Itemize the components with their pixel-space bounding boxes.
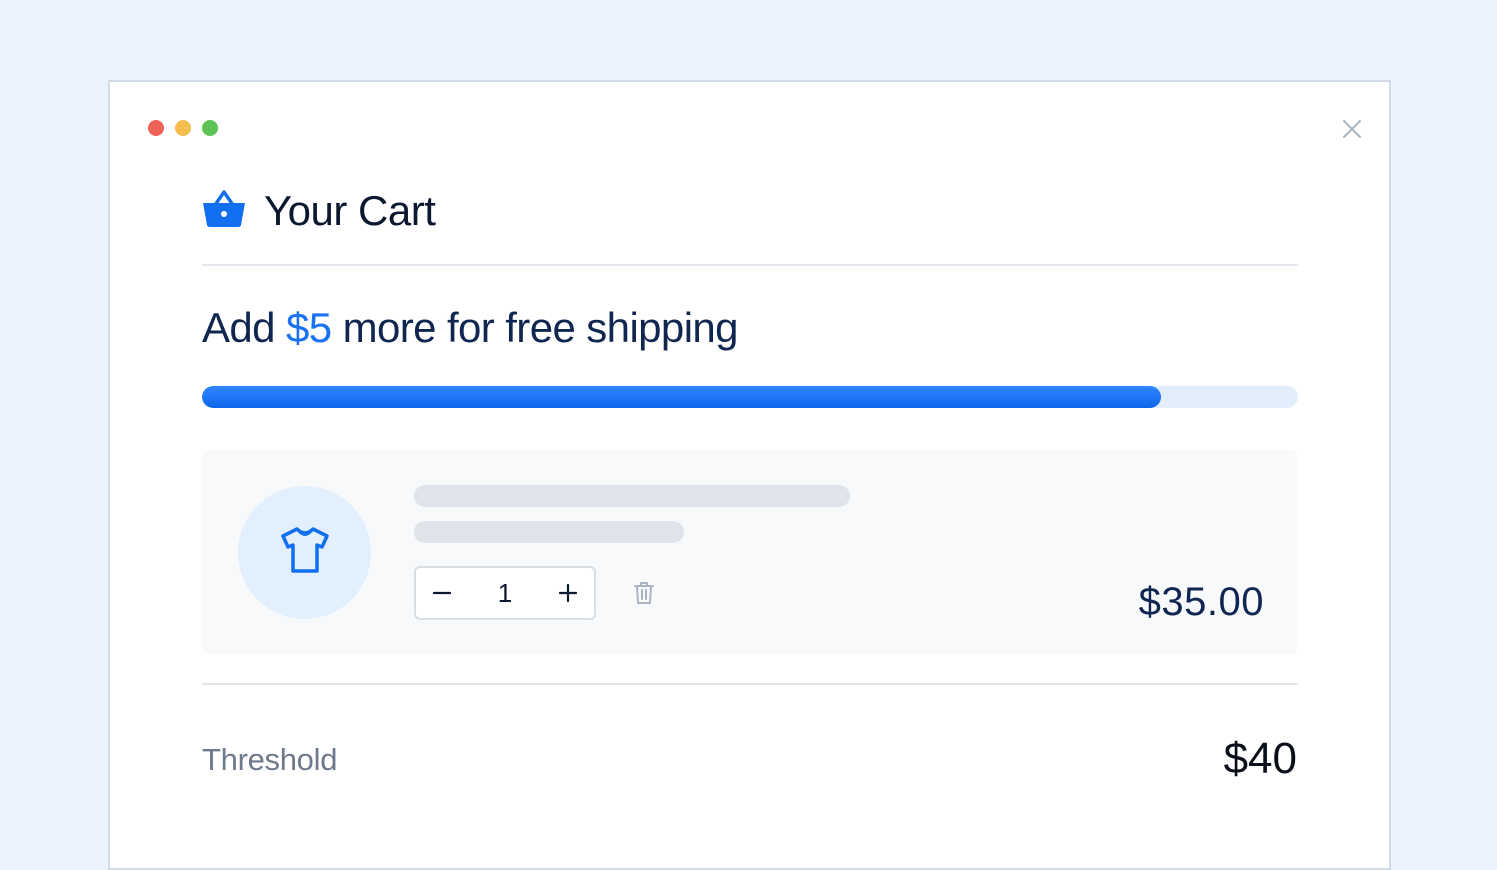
shipping-prefix: Add [202,304,286,351]
trash-icon[interactable] [630,579,658,607]
threshold-value: $40 [1223,734,1297,783]
product-name-placeholder [414,485,850,507]
header-divider [202,264,1298,266]
cart-window: Your Cart Add $5 more for free shipping … [108,80,1391,870]
cart-item: 1 $35.00 [202,450,1298,654]
tshirt-icon [278,525,332,580]
close-icon[interactable] [1341,118,1363,140]
threshold-label: Threshold [202,742,338,777]
shipping-remaining-amount: $5 [286,304,332,351]
product-thumbnail [238,486,371,619]
quantity-value[interactable]: 1 [498,578,512,609]
shipping-suffix: more for free shipping [331,304,739,351]
summary-divider [202,683,1298,685]
free-shipping-message: Add $5 more for free shipping [202,304,739,352]
minus-icon [433,591,451,595]
quantity-stepper: 1 [414,566,596,620]
increment-button[interactable] [542,568,594,618]
window-close-dot[interactable] [148,120,164,136]
shipping-progress-bar [202,386,1298,408]
window-controls [148,120,218,136]
window-maximize-dot[interactable] [202,120,218,136]
plus-icon [559,584,577,602]
shipping-progress-fill [202,386,1161,408]
basket-icon [202,189,246,234]
page-title: Your Cart [264,187,436,234]
window-minimize-dot[interactable] [175,120,191,136]
decrement-button[interactable] [416,568,468,618]
item-price: $35.00 [1138,580,1264,624]
cart-header: Your Cart [202,187,436,235]
product-detail-placeholder [414,521,684,543]
